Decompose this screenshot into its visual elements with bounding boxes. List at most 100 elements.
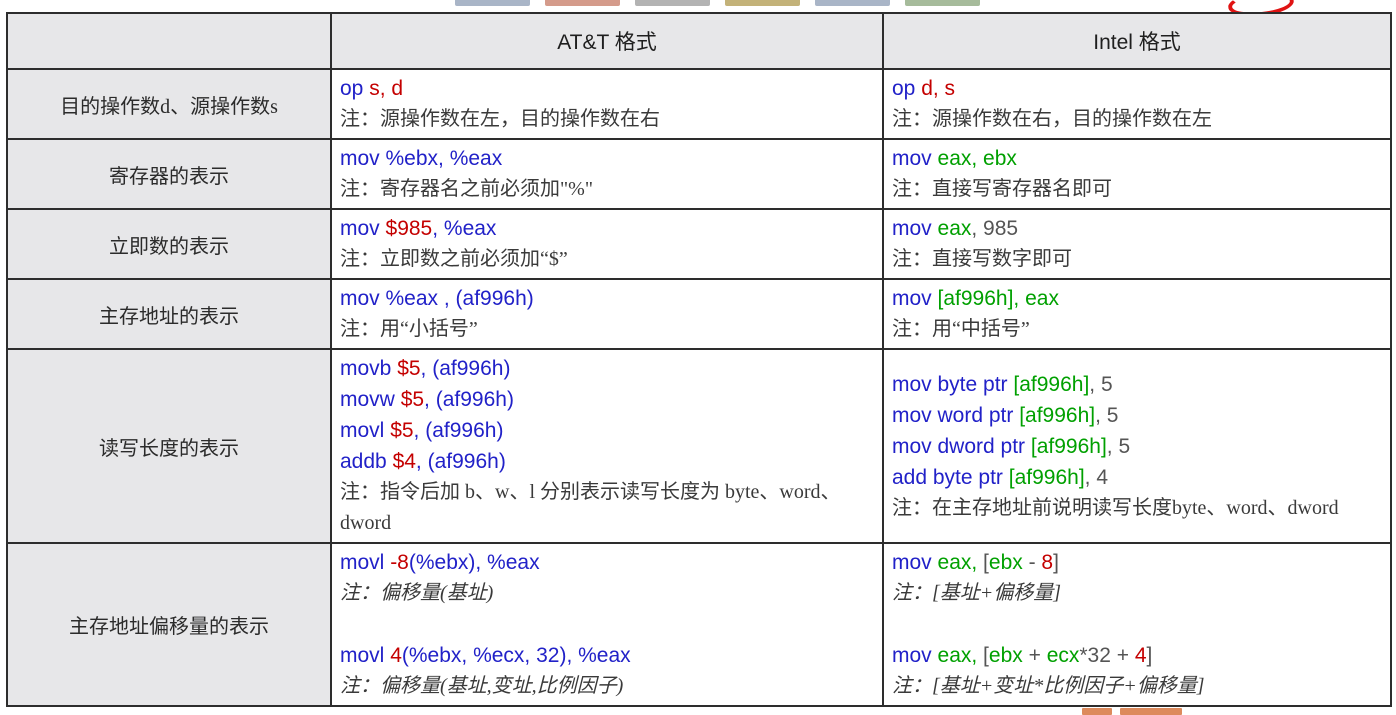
header-row: AT&T 格式 Intel 格式 bbox=[7, 13, 1391, 69]
text-seg-op: mov word ptr bbox=[892, 404, 1019, 427]
text-seg-imm: $5 bbox=[397, 357, 420, 380]
intel-syntax-cell: mov byte ptr [af996h], 5mov word ptr [af… bbox=[883, 349, 1391, 543]
code-line: movb $5, (af996h) bbox=[340, 353, 874, 384]
text-seg-plain: , 5 bbox=[1089, 373, 1112, 396]
code-line: movl 4(%ebx, %ecx, 32), %eax bbox=[340, 640, 874, 671]
text-seg-op: , (af996h) bbox=[416, 450, 506, 473]
text-seg-op: mov bbox=[892, 147, 938, 170]
text-seg-op: mov bbox=[892, 644, 938, 667]
intel-syntax-cell: mov eax, 985注：直接写数字即可 bbox=[883, 209, 1391, 279]
text-seg-plain: - bbox=[1023, 551, 1042, 574]
text-seg-op: , (af996h) bbox=[421, 357, 511, 380]
text-seg-op: movl bbox=[340, 419, 390, 442]
text-seg-plain: + bbox=[1023, 644, 1047, 667]
code-line: movl $5, (af996h) bbox=[340, 415, 874, 446]
intel-syntax-cell: mov eax, ebx注：直接写寄存器名即可 bbox=[883, 139, 1391, 209]
text-seg-note: 注：用“小括号” bbox=[340, 318, 478, 340]
text-seg-op: mov byte ptr bbox=[892, 373, 1013, 396]
text-seg-reg: [af996h], eax bbox=[938, 287, 1059, 310]
row-label: 读写长度的表示 bbox=[7, 349, 331, 543]
slide: AT&T 格式 Intel 格式 目的操作数d、源操作数sop s, d注：源操… bbox=[0, 0, 1396, 715]
note-line: 注：寄存器名之前必须加"%" bbox=[340, 174, 874, 205]
text-seg-note: 注：源操作数在左，目的操作数在右 bbox=[340, 108, 660, 130]
intel-syntax-cell: mov eax, [ebx - 8]注：[基址+偏移量] mov eax, [e… bbox=[883, 543, 1391, 706]
code-line: movw $5, (af996h) bbox=[340, 384, 874, 415]
text-seg-reg: [af996h] bbox=[1013, 373, 1089, 396]
att-syntax-cell: mov %ebx, %eax 注：寄存器名之前必须加"%" bbox=[331, 139, 883, 209]
text-seg-imm: -8 bbox=[390, 551, 409, 574]
text-seg-reg: [af996h] bbox=[1009, 466, 1085, 489]
att-syntax-cell: movb $5, (af996h)movw $5, (af996h)movl $… bbox=[331, 349, 883, 543]
top-tab bbox=[455, 0, 530, 6]
table-row: 立即数的表示mov $985, %eax注：立即数之前必须加“$”mov eax… bbox=[7, 209, 1391, 279]
text-seg-reg: ebx bbox=[989, 644, 1023, 667]
top-tab bbox=[635, 0, 710, 6]
top-tab bbox=[545, 0, 620, 6]
top-tabs bbox=[455, 0, 980, 6]
text-seg-op: mov bbox=[892, 551, 938, 574]
note-line: 注：直接写数字即可 bbox=[892, 244, 1382, 275]
top-tab bbox=[905, 0, 980, 6]
text-seg-imm: 4 bbox=[390, 644, 402, 667]
row-label: 寄存器的表示 bbox=[7, 139, 331, 209]
text-seg-imm: $5 bbox=[390, 419, 413, 442]
text-seg-note: 注：在主存地址前说明读写长度byte、word、dword bbox=[892, 497, 1339, 519]
text-seg-plain: , 4 bbox=[1085, 466, 1108, 489]
code-line: add byte ptr [af996h], 4 bbox=[892, 462, 1382, 493]
text-seg-note: 注：偏移量(基址,变址,比例因子) bbox=[340, 675, 623, 697]
text-seg-note: 注：指令后加 b、w、l 分别表示读写长度为 byte、word、dword bbox=[340, 481, 841, 534]
text-seg-reg: eax, ebx bbox=[938, 147, 1017, 170]
text-seg-op: op bbox=[892, 77, 921, 100]
code-line: mov [af996h], eax bbox=[892, 283, 1382, 314]
header-intel-format: Intel 格式 bbox=[883, 13, 1391, 69]
text-seg-reg: ebx bbox=[989, 551, 1023, 574]
att-syntax-cell: mov %eax , (af996h)注：用“小括号” bbox=[331, 279, 883, 349]
syntax-comparison-table: AT&T 格式 Intel 格式 目的操作数d、源操作数sop s, d注：源操… bbox=[6, 12, 1392, 707]
text-seg-reg: eax bbox=[938, 217, 972, 240]
text-seg-imm: s, d bbox=[369, 77, 403, 100]
note-line: 注：用“中括号” bbox=[892, 314, 1382, 345]
text-seg-plain: ] bbox=[1053, 551, 1059, 574]
text-seg-reg: [af996h] bbox=[1031, 435, 1107, 458]
text-seg-op: mov %ebx, %eax bbox=[340, 147, 502, 170]
note-line: 注：直接写寄存器名即可 bbox=[892, 174, 1382, 205]
table-row: 读写长度的表示movb $5, (af996h)movw $5, (af996h… bbox=[7, 349, 1391, 543]
table-row: 目的操作数d、源操作数sop s, d注：源操作数在左，目的操作数在右op d,… bbox=[7, 69, 1391, 139]
table-body: 目的操作数d、源操作数sop s, d注：源操作数在左，目的操作数在右op d,… bbox=[7, 69, 1391, 706]
text-seg-op: mov bbox=[892, 287, 938, 310]
code-line: mov eax, ebx bbox=[892, 143, 1382, 174]
note-line: 注：偏移量(基址,变址,比例因子) bbox=[340, 671, 874, 702]
row-label: 立即数的表示 bbox=[7, 209, 331, 279]
bottom-highlight bbox=[1120, 708, 1182, 715]
text-seg-note: 注：直接写数字即可 bbox=[892, 248, 1072, 270]
note-line: 注：用“小括号” bbox=[340, 314, 874, 345]
text-seg-op: mov bbox=[892, 217, 938, 240]
code-line: mov byte ptr [af996h], 5 bbox=[892, 369, 1382, 400]
att-syntax-cell: op s, d 注：源操作数在左，目的操作数在右 bbox=[331, 69, 883, 139]
text-seg-op: , (af996h) bbox=[414, 419, 504, 442]
text-seg-op: addb bbox=[340, 450, 393, 473]
text-seg-note: 注：寄存器名之前必须加"%" bbox=[340, 178, 593, 200]
text-seg-op: op bbox=[340, 77, 369, 100]
text-seg-imm: 4 bbox=[1135, 644, 1147, 667]
table-row: 主存地址的表示mov %eax , (af996h)注：用“小括号”mov [a… bbox=[7, 279, 1391, 349]
code-line: mov word ptr [af996h], 5 bbox=[892, 400, 1382, 431]
table-row: 主存地址偏移量的表示movl -8(%ebx), %eax注：偏移量(基址) m… bbox=[7, 543, 1391, 706]
text-seg-plain: ] bbox=[1147, 644, 1153, 667]
text-seg-imm: d, s bbox=[921, 77, 955, 100]
text-seg-plain: , 5 bbox=[1107, 435, 1130, 458]
text-seg-op: movw bbox=[340, 388, 401, 411]
text-seg-op: mov bbox=[340, 217, 386, 240]
code-line: mov %ebx, %eax bbox=[340, 143, 874, 174]
bottom-highlight-marks bbox=[1082, 708, 1182, 715]
text-seg-imm: $5 bbox=[401, 388, 424, 411]
code-line: mov eax, [ebx - 8] bbox=[892, 547, 1382, 578]
text-seg-note: 注：[基址+偏移量] bbox=[892, 582, 1061, 604]
table-row: 寄存器的表示 mov %ebx, %eax 注：寄存器名之前必须加"%" mov ea… bbox=[7, 139, 1391, 209]
att-syntax-cell: mov $985, %eax注：立即数之前必须加“$” bbox=[331, 209, 883, 279]
note-line: 注：偏移量(基址) bbox=[340, 578, 874, 609]
note-line: 注：[基址+偏移量] bbox=[892, 578, 1382, 609]
text-seg-op: mov dword ptr bbox=[892, 435, 1031, 458]
top-tab bbox=[725, 0, 800, 6]
text-seg-op: movb bbox=[340, 357, 397, 380]
